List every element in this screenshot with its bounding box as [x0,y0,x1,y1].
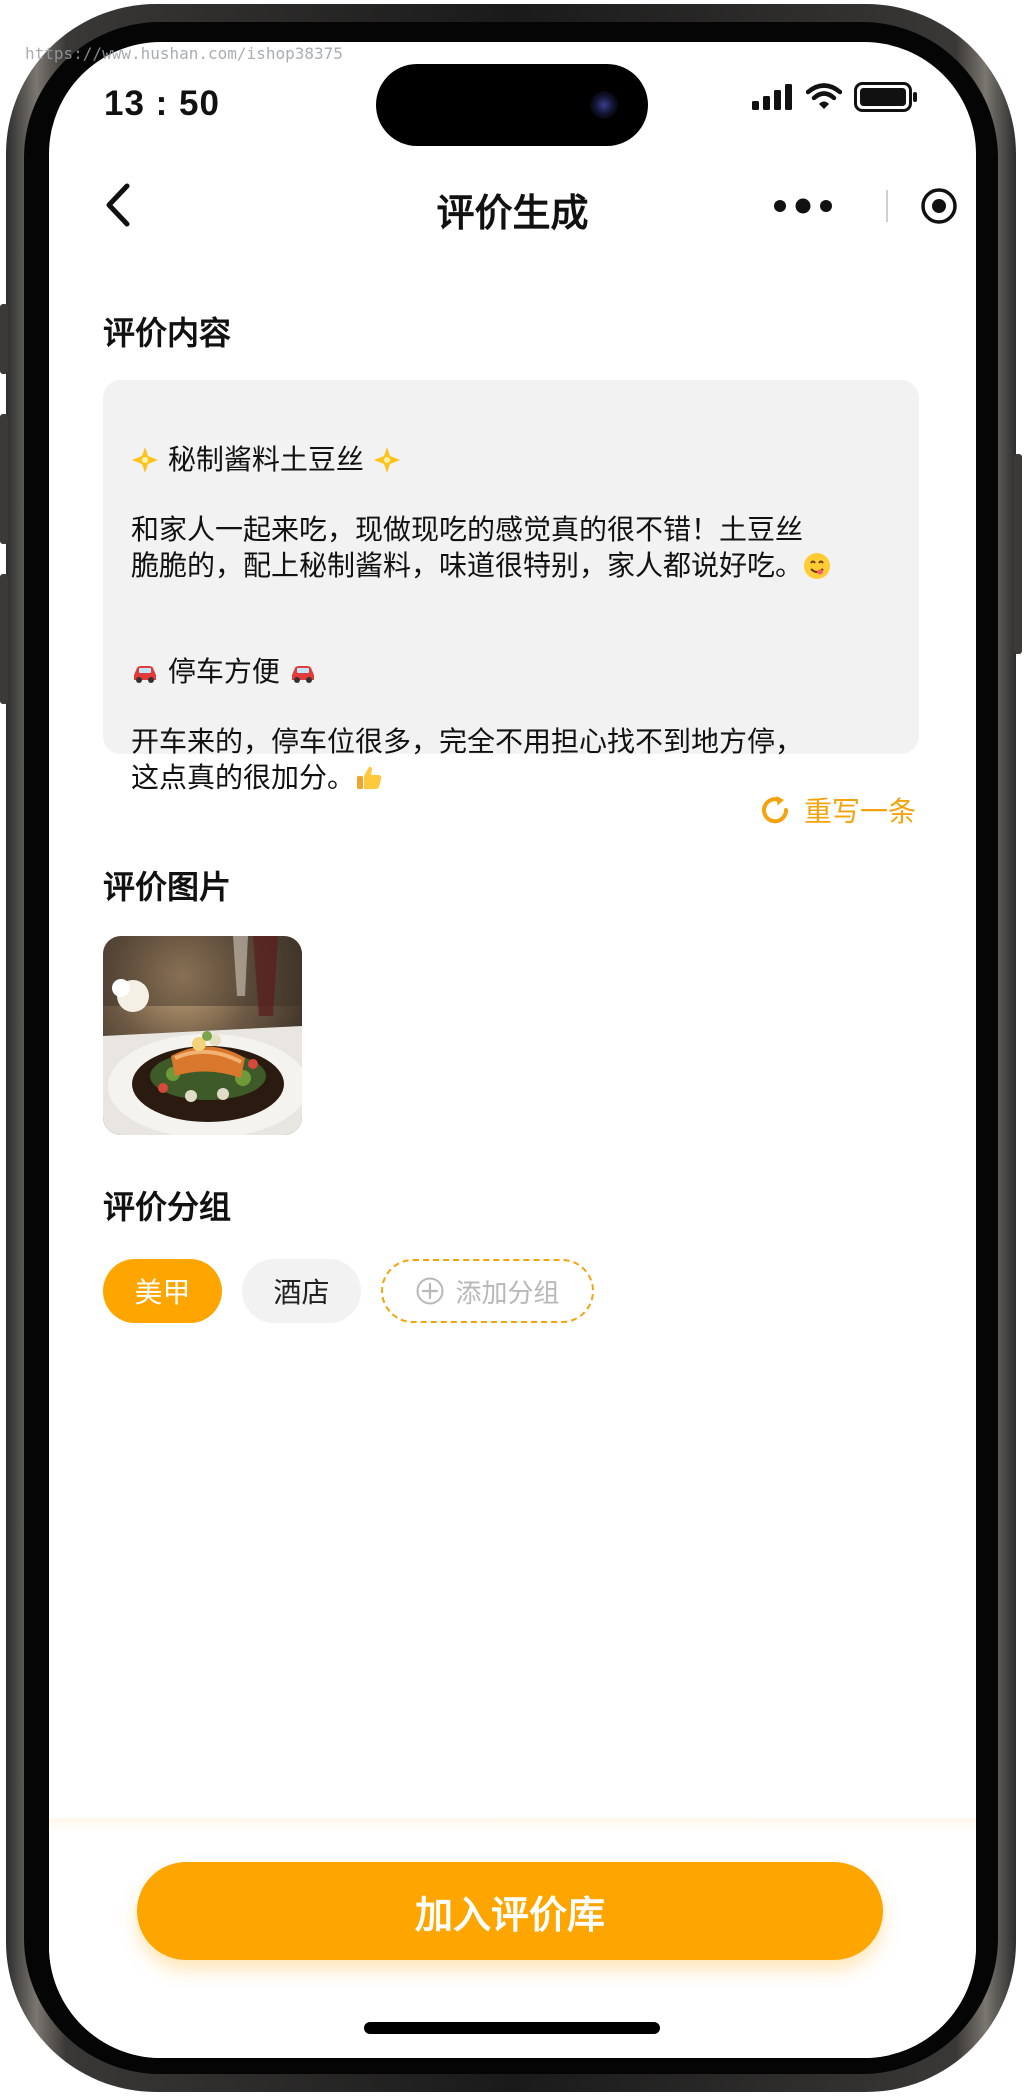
car-icon [291,666,314,683]
review-content-card[interactable]: 秘制酱料土豆丝 和家人一起来吃，现做现吃的感觉真的很不错！土豆丝 脆脆的，配上秘… [103,380,919,794]
review-paragraph-1: 和家人一起来吃，现做现吃的感觉真的很不错！土豆丝 脆脆的，配上秘制酱料，味道很特… [131,512,891,584]
wifi-icon [806,83,842,109]
mini-program-capsule [774,188,957,224]
sparkle-star-icon [373,447,400,473]
group-chip[interactable]: 酒店 [242,1259,361,1323]
car-icon [134,666,156,683]
sparkle-star-icon [132,447,158,473]
salmon-dish-photo [103,936,302,1135]
front-camera [590,91,618,119]
refresh-icon [762,796,788,824]
record-circle-icon[interactable] [921,188,957,224]
review-images-title: 评价图片 [103,868,232,906]
volume-down-button [0,574,8,704]
volume-up-button [0,414,8,544]
home-indicator[interactable] [364,2022,660,2034]
battery-icon [854,82,917,112]
power-button [1014,454,1022,654]
review-heading-1: 秘制酱料土豆丝 [131,406,891,478]
group-chip-selected[interactable]: 美甲 [103,1259,222,1323]
review-heading-2: 停车方便 [131,618,891,690]
yum-face-icon [804,553,831,579]
add-to-library-button[interactable]: 加入评价库 [137,1862,883,1960]
group-chips: 美甲 酒店 添加分组 [103,1259,594,1323]
rewrite-button[interactable]: 重写一条 [758,790,916,830]
review-content-title: 评价内容 [103,314,232,352]
add-group-label: 添加分组 [455,1278,560,1309]
thumbs-up-icon [357,766,382,789]
action-button [0,304,8,374]
plus-circle-icon [416,1277,444,1305]
app-screen: 13 : 50 评价生成 评价内容 秘制酱料土豆丝 和家人一起来吃，现做现吃的感… [49,42,976,2058]
cellular-signal-icon [752,84,792,110]
more-dots-icon[interactable] [774,198,832,214]
add-group-button[interactable]: 添加分组 [381,1259,594,1323]
rewrite-label: 重写一条 [803,795,916,828]
review-group-title: 评价分组 [103,1188,232,1226]
status-icons [752,82,918,112]
watermark-url: https://www.hushan.com/ishop38375 [25,44,343,63]
review-photo[interactable] [103,936,302,1135]
review-paragraph-2: 开车来的，停车位很多，完全不用担心找不到地方停， 这点真的很加分。 [131,725,804,794]
dynamic-island [376,64,648,146]
status-time: 13 : 50 [104,84,220,123]
